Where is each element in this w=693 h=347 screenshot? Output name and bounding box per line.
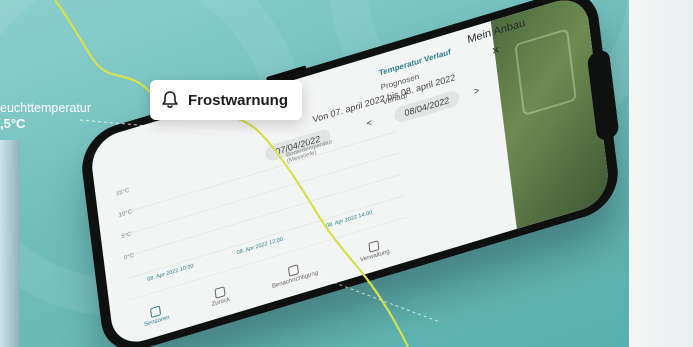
frost-warning-card[interactable]: Frostwarnung — [150, 80, 302, 120]
hero-background: Mein Anbau ✕ Temperatur Verlauf Prognose… — [0, 0, 629, 347]
temperature-label: euchttemperatur — [0, 101, 92, 115]
guide-line — [79, 119, 311, 141]
frost-warning-title: Frostwarnung — [188, 91, 288, 109]
bell-icon — [160, 90, 180, 110]
temperature-value: ,5°C — [0, 116, 26, 131]
temperature-curve-overlay — [54, 0, 441, 347]
temperature-curve — [54, 0, 409, 347]
guide-line — [299, 269, 441, 323]
right-panel — [629, 0, 693, 347]
